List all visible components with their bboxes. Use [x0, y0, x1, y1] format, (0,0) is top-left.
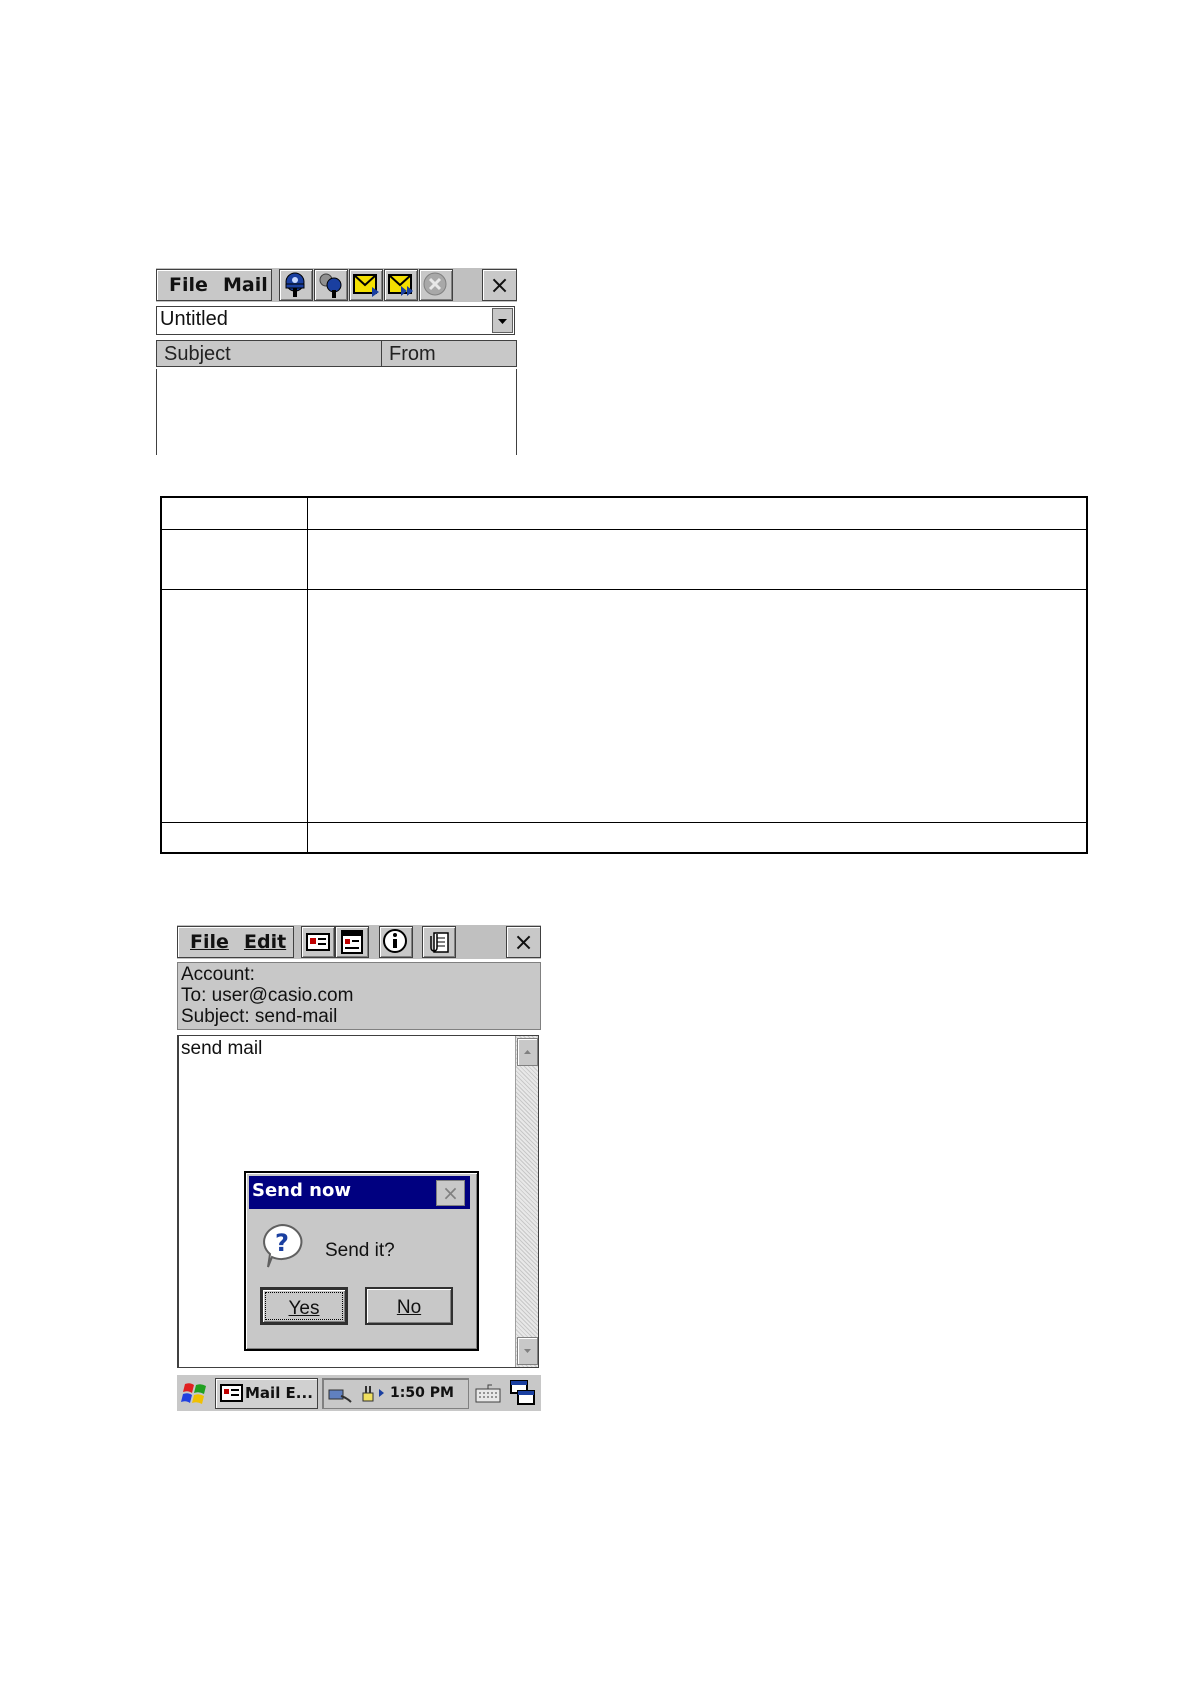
desktop-windows-icon[interactable]: [509, 1379, 537, 1407]
message-header-info: Account: To: user@casio.com Subject: sen…: [177, 962, 541, 1030]
message-body-editor[interactable]: send mail Send now × ? Send it? Yes No: [177, 1035, 539, 1368]
attachment-button[interactable]: [422, 926, 456, 958]
close-icon: ×: [442, 1181, 459, 1205]
svg-text:?: ?: [275, 1229, 289, 1257]
yes-button[interactable]: Yes: [260, 1287, 348, 1325]
menu-edit[interactable]: Edit: [244, 931, 286, 953]
table-row: [162, 498, 1086, 530]
dialog-message: Send it?: [325, 1240, 395, 1261]
connect-button[interactable]: [279, 269, 313, 301]
form-icon: [341, 930, 363, 954]
network-icon[interactable]: [327, 1382, 353, 1404]
scroll-down-button[interactable]: [517, 1337, 538, 1365]
send-receive-all-button[interactable]: [384, 269, 418, 301]
attachment-icon: [430, 932, 449, 953]
stop-icon: [423, 272, 447, 296]
send-now-dialog: Send now × ? Send it? Yes No: [244, 1171, 479, 1351]
close-icon: ×: [513, 928, 534, 956]
to-line: To: user@casio.com: [181, 985, 354, 1006]
menu-bar: File Edit: [177, 926, 294, 958]
menu-file[interactable]: File: [169, 274, 208, 296]
stop-button[interactable]: [419, 269, 453, 301]
connect-icon: [285, 272, 305, 297]
command-bar: File Edit ×: [177, 925, 541, 959]
form-button[interactable]: [335, 926, 369, 958]
column-header-from[interactable]: From: [381, 340, 517, 367]
column-header-subject[interactable]: Subject: [156, 340, 382, 367]
send-receive-all-icon: [388, 274, 413, 296]
command-bar: File Mail ×: [156, 268, 517, 302]
combo-dropdown-button[interactable]: [492, 308, 513, 333]
dialog-title: Send now: [252, 1180, 351, 1201]
info-button[interactable]: [379, 926, 413, 958]
column-headers: Subject From: [156, 340, 517, 369]
taskbar-mail-button[interactable]: Mail E...: [215, 1378, 318, 1409]
mail-editor-icon: [220, 1384, 243, 1402]
keyboard-icon[interactable]: [474, 1381, 502, 1405]
address-card-button[interactable]: [301, 926, 335, 958]
chevron-down-icon: [498, 319, 507, 324]
send-receive-button[interactable]: [349, 269, 383, 301]
table-row: [162, 589, 1086, 823]
folder-combo-value: Untitled: [160, 308, 228, 330]
message-body-text: send mail: [181, 1038, 263, 1059]
menu-file[interactable]: File: [190, 931, 229, 953]
taskbar-mail-label: Mail E...: [245, 1384, 313, 1402]
chevron-up-icon: [524, 1050, 531, 1054]
message-list[interactable]: [156, 369, 517, 455]
subject-line: Subject: send-mail: [181, 1006, 338, 1027]
table-row: [162, 822, 1086, 852]
folder-combo[interactable]: Untitled: [156, 306, 515, 335]
menu-bar: File Mail: [156, 269, 272, 301]
start-icon[interactable]: [181, 1380, 209, 1406]
table-row: [162, 529, 1086, 590]
compose-window: File Edit × Account: To: user@casio.com …: [177, 925, 541, 1411]
address-card-icon: [306, 933, 330, 951]
scroll-up-button[interactable]: [517, 1038, 538, 1066]
dialog-title-bar: Send now ×: [249, 1176, 470, 1209]
system-tray: 1:50 PM: [322, 1378, 469, 1409]
close-button[interactable]: ×: [506, 926, 541, 958]
no-button[interactable]: No: [365, 1287, 453, 1325]
taskbar: Mail E... 1:50 PM: [177, 1374, 541, 1411]
chevron-down-icon: [524, 1349, 531, 1353]
dialog-close-button[interactable]: ×: [436, 1180, 465, 1206]
info-icon: [383, 929, 407, 953]
disconnect-button[interactable]: [314, 269, 348, 301]
account-line: Account:: [181, 964, 255, 985]
disconnect-icon: [319, 273, 342, 298]
description-table: [160, 496, 1088, 854]
close-button[interactable]: ×: [482, 269, 517, 301]
send-receive-icon: [353, 274, 379, 297]
question-icon: ?: [263, 1223, 303, 1268]
close-icon: ×: [489, 271, 510, 299]
table-column-divider: [307, 498, 308, 852]
clock: 1:50 PM: [390, 1385, 454, 1401]
power-icon[interactable]: [357, 1381, 387, 1405]
mail-list-window: File Mail × Untitled Subject From: [156, 268, 517, 455]
menu-mail[interactable]: Mail: [223, 274, 268, 296]
vertical-scrollbar[interactable]: [515, 1036, 538, 1367]
